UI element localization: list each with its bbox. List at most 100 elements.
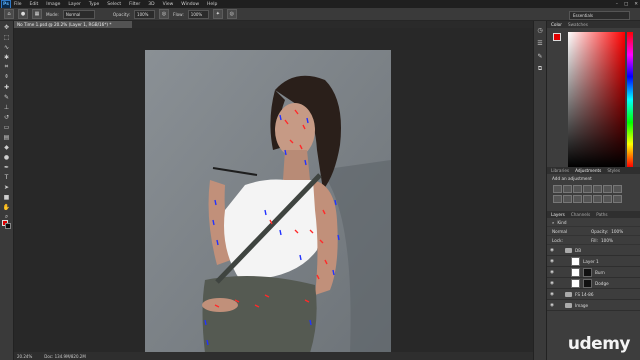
brush-icon[interactable]: ✎ — [3, 93, 11, 101]
background-color-swatch[interactable] — [5, 223, 11, 229]
brush-settings-icon[interactable]: ▦ — [32, 9, 42, 19]
levels-icon[interactable] — [563, 185, 572, 193]
home-icon[interactable]: ⌂ — [4, 9, 14, 19]
layer-row[interactable]: ◉ FS 14-86 — [547, 289, 640, 300]
mode-select[interactable]: Normal — [62, 9, 95, 19]
hue-sat-icon[interactable] — [603, 185, 612, 193]
curves-icon[interactable] — [573, 185, 582, 193]
opacity-field[interactable]: 100% — [134, 9, 156, 19]
layer-row[interactable]: ◉ Dodge — [547, 278, 640, 289]
brush-preset-icon[interactable]: ● — [18, 9, 28, 19]
menu-image[interactable]: Image — [46, 2, 60, 7]
blend-mode-select[interactable]: Normal — [552, 229, 588, 234]
invert-icon[interactable] — [593, 195, 602, 203]
menu-filter[interactable]: Filter — [129, 2, 140, 7]
lasso-icon[interactable]: ∿ — [3, 43, 11, 51]
layer-opacity-field[interactable]: 100% — [611, 229, 623, 234]
panel-foreground-swatch[interactable] — [553, 33, 561, 41]
doc-size-info: Doc: 134.9M/820.2M — [44, 353, 86, 359]
menu-select[interactable]: Select — [107, 2, 121, 7]
menu-view[interactable]: View — [163, 2, 174, 7]
history-icon[interactable]: ◷ — [536, 26, 544, 34]
portrait-photo — [145, 50, 391, 353]
healing-icon[interactable]: ✚ — [3, 83, 11, 91]
close-button[interactable]: ✕ — [634, 2, 638, 7]
layer-row[interactable]: ◉ Layer 1 — [547, 256, 640, 267]
layers-list: ◉ DB ◉ Layer 1 ◉ Burn ◉ Dodge ◉ FS 14-86 ◉ Image — [547, 245, 640, 311]
tab-adjustments[interactable]: Adjustments — [575, 168, 601, 173]
exposure-icon[interactable] — [583, 185, 592, 193]
quick-select-icon[interactable]: ✱ — [3, 53, 11, 61]
vibrance-icon[interactable] — [593, 185, 602, 193]
pressure-opacity-icon[interactable]: ◎ — [159, 9, 170, 19]
clone-stamp-icon[interactable]: ⊥ — [3, 103, 11, 111]
layer-kind-filter[interactable]: Kind — [557, 220, 566, 225]
tab-styles[interactable]: Styles — [607, 168, 620, 173]
history-brush-icon[interactable]: ↺ — [3, 113, 11, 121]
visibility-eye-icon[interactable]: ◉ — [549, 248, 555, 253]
menu-layer[interactable]: Layer — [68, 2, 81, 7]
pressure-size-icon[interactable]: ◎ — [226, 9, 237, 19]
color-saturation-field[interactable] — [568, 32, 625, 167]
pen-icon[interactable]: ✒ — [3, 163, 11, 171]
dodge-icon[interactable]: ● — [3, 153, 11, 161]
move-icon[interactable]: ✥ — [3, 23, 11, 31]
window-controls: – □ ✕ — [616, 0, 638, 8]
photo-filter-icon[interactable] — [563, 195, 572, 203]
menu-window[interactable]: Window — [181, 2, 199, 7]
tab-color[interactable]: Color — [551, 22, 562, 27]
black-white-icon[interactable] — [553, 195, 562, 203]
menu-help[interactable]: Help — [207, 2, 217, 7]
minimize-button[interactable]: – — [616, 2, 618, 7]
menu-type[interactable]: Type — [89, 2, 99, 7]
layer-row[interactable]: ◉ DB — [547, 245, 640, 256]
visibility-eye-icon[interactable]: ◉ — [549, 270, 555, 275]
document-canvas-image[interactable] — [145, 50, 391, 353]
type-icon[interactable]: T — [3, 173, 11, 181]
tab-libraries[interactable]: Libraries — [551, 168, 569, 173]
flow-field[interactable]: 100% — [187, 9, 209, 19]
color-balance-icon[interactable] — [613, 185, 622, 193]
channel-mixer-icon[interactable] — [573, 195, 582, 203]
posterize-icon[interactable] — [603, 195, 612, 203]
layer-thumbnail — [571, 256, 580, 266]
tab-channels[interactable]: Channels — [571, 212, 590, 217]
visibility-eye-icon[interactable]: ◉ — [549, 259, 555, 264]
color-lookup-icon[interactable] — [583, 195, 592, 203]
brightness-icon[interactable] — [553, 185, 562, 193]
visibility-eye-icon[interactable]: ◉ — [549, 292, 555, 297]
document-tab[interactable]: No Time 1.psd @ 20.2% (Layer 1, RGB/16*)… — [14, 21, 132, 28]
menu-3d[interactable]: 3D — [148, 2, 154, 7]
workspace-select[interactable]: Essentials — [569, 11, 630, 20]
hue-slider[interactable] — [627, 32, 633, 167]
menu-edit[interactable]: Edit — [30, 2, 39, 7]
layer-row[interactable]: ◉ Image — [547, 300, 640, 311]
crop-icon[interactable]: ⌗ — [3, 63, 11, 71]
visibility-eye-icon[interactable]: ◉ — [549, 303, 555, 308]
rectangle-icon[interactable]: ■ — [3, 193, 11, 201]
layer-row[interactable]: ◉ Burn — [547, 267, 640, 278]
path-select-icon[interactable]: ➤ — [3, 183, 11, 191]
layer-name: Image — [575, 302, 589, 308]
eraser-icon[interactable]: ▭ — [3, 123, 11, 131]
clone-source-icon[interactable]: ⧉ — [536, 65, 544, 73]
eyedropper-icon[interactable]: ⌽ — [3, 73, 11, 81]
gradient-icon[interactable]: ▤ — [3, 133, 11, 141]
airbrush-icon[interactable]: ✦ — [212, 9, 223, 19]
adjustment-thumbnail — [571, 267, 580, 277]
marquee-icon[interactable]: ⬚ — [3, 33, 11, 41]
tab-layers[interactable]: Layers — [551, 212, 565, 217]
zoom-level[interactable]: 20.24% — [17, 354, 32, 359]
maximize-button[interactable]: □ — [624, 2, 628, 7]
threshold-icon[interactable] — [613, 195, 622, 203]
visibility-eye-icon[interactable]: ◉ — [549, 281, 555, 286]
hand-icon[interactable]: ✋ — [3, 203, 11, 211]
menu-file[interactable]: File — [14, 2, 22, 7]
fill-field[interactable]: 100% — [601, 238, 613, 243]
blur-icon[interactable]: ◆ — [3, 143, 11, 151]
tab-paths[interactable]: Paths — [596, 212, 607, 217]
properties-icon[interactable]: ☰ — [536, 39, 544, 47]
folder-icon — [565, 291, 572, 297]
brush-panel-icon[interactable]: ✎ — [536, 52, 544, 60]
tab-swatches[interactable]: Swatches — [568, 22, 588, 27]
